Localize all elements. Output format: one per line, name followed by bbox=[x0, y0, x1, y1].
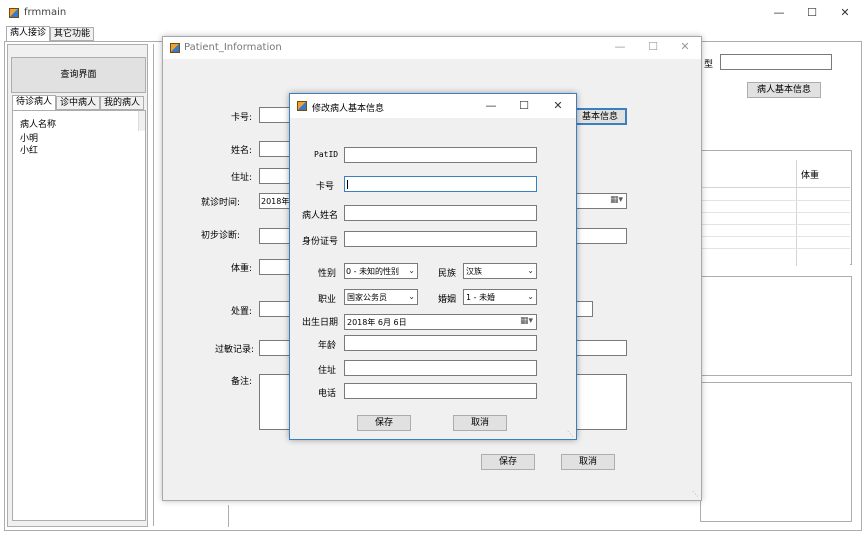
birth-date-picker[interactable]: 2018年 6月 6日 ▦▾ bbox=[344, 314, 537, 330]
label-allergy: 过敏记录: bbox=[215, 345, 255, 355]
grid-row bbox=[700, 200, 850, 201]
calendar-icon[interactable]: ▦▾ bbox=[610, 195, 623, 205]
grid-row bbox=[700, 236, 850, 237]
label-age: 年龄 bbox=[318, 341, 337, 351]
tab-patient-reception[interactable]: 病人接诊 bbox=[6, 26, 51, 42]
patient-save-button[interactable]: 保存 bbox=[481, 454, 535, 470]
label-name: 姓名: bbox=[231, 146, 253, 156]
right-top-input[interactable] bbox=[720, 54, 832, 70]
main-window-title: frmmain bbox=[24, 7, 67, 18]
maximize-icon[interactable]: ☐ bbox=[797, 0, 827, 26]
age-input[interactable] bbox=[344, 335, 537, 351]
marriage-value: 1 - 未婚 bbox=[466, 293, 496, 302]
patient-list bbox=[12, 110, 146, 521]
maximize-icon[interactable]: ☐ bbox=[509, 93, 539, 119]
label-visit-time: 就诊时间: bbox=[201, 198, 241, 208]
gender-value: 0 - 未知的性别 bbox=[346, 267, 400, 276]
app-icon bbox=[9, 8, 19, 18]
job-value: 国家公务员 bbox=[347, 293, 387, 302]
dialog-save-button[interactable]: 保存 bbox=[357, 415, 411, 431]
close-icon[interactable]: ✕ bbox=[543, 93, 573, 119]
grid-divider bbox=[796, 160, 797, 266]
ethnicity-select[interactable]: 汉族 ⌄ bbox=[463, 263, 537, 279]
job-select[interactable]: 国家公务员 ⌄ bbox=[344, 289, 418, 305]
app-icon bbox=[297, 101, 307, 111]
grid-header-weight: 体重 bbox=[801, 171, 820, 181]
label-phone: 电话 bbox=[318, 389, 337, 399]
card-input[interactable] bbox=[344, 176, 537, 192]
close-icon[interactable]: ✕ bbox=[830, 0, 860, 26]
label-birth: 出生日期 bbox=[302, 318, 339, 328]
idcard-input[interactable] bbox=[344, 231, 537, 247]
label-idcard: 身份证号 bbox=[302, 237, 339, 247]
right-field-label: 型 bbox=[704, 60, 714, 70]
edit-patient-dialog: 修改病人基本信息 — ☐ ✕ PatID 卡号 病人姓名 身份证号 性别 民族 … bbox=[289, 93, 577, 440]
label-gender: 性别 bbox=[318, 269, 337, 279]
visit-time-picker-right[interactable]: ▦▾ bbox=[573, 193, 627, 209]
label-patient-name: 病人姓名 bbox=[302, 211, 339, 221]
patid-input[interactable] bbox=[344, 147, 537, 163]
basic-info-button[interactable]: 基本信息 bbox=[573, 108, 627, 125]
list-item[interactable]: 小红 bbox=[20, 143, 38, 156]
label-marriage: 婚姻 bbox=[438, 295, 457, 305]
main-titlebar: frmmain — ☐ ✕ bbox=[0, 0, 866, 26]
patient-cancel-button[interactable]: 取消 bbox=[561, 454, 615, 470]
label-card: 卡号 bbox=[316, 182, 335, 192]
tab-in-treatment-patients[interactable]: 诊中病人 bbox=[56, 96, 101, 110]
chevron-down-icon[interactable]: ⌄ bbox=[406, 266, 415, 275]
label-address: 住址: bbox=[231, 173, 253, 183]
label-diagnosis: 初步诊断: bbox=[201, 231, 241, 241]
query-button[interactable]: 查询界面 bbox=[11, 57, 146, 93]
minimize-icon[interactable]: — bbox=[476, 93, 506, 119]
label-address: 住址 bbox=[318, 366, 337, 376]
chevron-down-icon[interactable]: ⌄ bbox=[408, 292, 415, 301]
gender-select[interactable]: 0 - 未知的性别 ⌄ bbox=[344, 263, 418, 279]
birth-date-value: 2018年 6月 6日 bbox=[347, 318, 407, 327]
address-input[interactable] bbox=[344, 360, 537, 376]
phone-input[interactable] bbox=[344, 383, 537, 399]
ethnicity-value: 汉族 bbox=[466, 267, 482, 276]
chevron-down-icon[interactable]: ⌄ bbox=[527, 266, 534, 275]
label-remark: 备注: bbox=[231, 377, 253, 387]
allergy-input-right[interactable] bbox=[573, 340, 627, 356]
resize-grip-icon[interactable]: ⋱ bbox=[567, 430, 574, 438]
grid-header-row bbox=[700, 160, 850, 188]
patient-window-title: Patient_Information bbox=[184, 42, 282, 53]
tab-my-patients[interactable]: 我的病人 bbox=[100, 96, 145, 110]
grid-row bbox=[700, 224, 850, 225]
text-cursor bbox=[347, 180, 348, 189]
resize-grip-icon[interactable]: ⋱ bbox=[692, 490, 699, 498]
close-icon[interactable]: ✕ bbox=[670, 34, 700, 60]
grid-row bbox=[700, 212, 850, 213]
label-ethnicity: 民族 bbox=[438, 269, 457, 279]
dialog-cancel-button[interactable]: 取消 bbox=[453, 415, 507, 431]
patient-basic-info-button[interactable]: 病人基本信息 bbox=[747, 82, 821, 98]
maximize-icon[interactable]: ☐ bbox=[638, 34, 668, 60]
label-treatment: 处置: bbox=[231, 307, 253, 317]
right-box-2 bbox=[700, 276, 852, 376]
diagnosis-input-right[interactable] bbox=[573, 228, 627, 244]
minimize-icon[interactable]: — bbox=[764, 0, 794, 26]
remark-textarea-right[interactable] bbox=[573, 374, 627, 430]
visit-time-value: 2018年 bbox=[261, 197, 290, 206]
label-job: 职业 bbox=[318, 295, 337, 305]
label-card: 卡号: bbox=[231, 113, 253, 123]
list-header: 病人名称 bbox=[20, 120, 57, 130]
marriage-select[interactable]: 1 - 未婚 ⌄ bbox=[463, 289, 537, 305]
list-scrollbar[interactable] bbox=[138, 111, 145, 131]
chevron-down-icon[interactable]: ⌄ bbox=[527, 292, 534, 301]
app-icon bbox=[170, 43, 180, 53]
grid-row bbox=[700, 248, 850, 249]
dialog-title: 修改病人基本信息 bbox=[312, 104, 385, 114]
right-box-3 bbox=[700, 382, 852, 522]
tab-waiting-patients[interactable]: 待诊病人 bbox=[12, 95, 57, 111]
label-patid: PatID bbox=[314, 150, 339, 159]
calendar-icon[interactable]: ▦▾ bbox=[520, 316, 533, 326]
label-weight: 体重: bbox=[231, 264, 253, 274]
minimize-icon[interactable]: — bbox=[605, 34, 635, 60]
data-grid: 体重 bbox=[700, 160, 850, 266]
tab-other-functions[interactable]: 其它功能 bbox=[50, 27, 95, 41]
patient-name-input[interactable] bbox=[344, 205, 537, 221]
